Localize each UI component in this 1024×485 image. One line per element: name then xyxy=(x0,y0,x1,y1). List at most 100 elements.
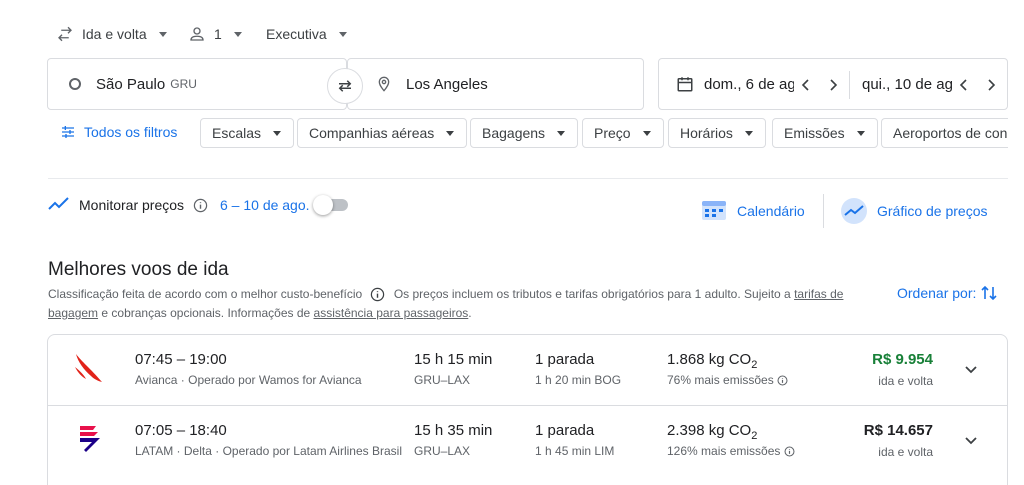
flight-row[interactable]: 07:45 – 19:00 Avianca · Operado por Wamo… xyxy=(48,335,1007,405)
period: . xyxy=(468,306,472,320)
info-icon[interactable] xyxy=(370,287,385,302)
flight-price: R$ 14.657 xyxy=(863,422,933,439)
flight-price: R$ 9.954 xyxy=(872,351,933,368)
price-graph-button[interactable]: Gráfico de preços xyxy=(877,203,988,219)
filter-chip-label: Companhias aéreas xyxy=(309,125,435,141)
origin-input[interactable]: São Paulo GRU xyxy=(47,58,347,110)
calendar-grid-icon xyxy=(702,201,726,220)
return-date[interactable]: qui., 10 de ag xyxy=(862,76,952,93)
emissions-note: 126% mais emissões xyxy=(667,444,795,458)
chevron-down-icon xyxy=(273,130,282,136)
results-description: Classificação feita de acordo com o melh… xyxy=(48,285,878,323)
emissions-note-text: 126% mais emissões xyxy=(667,444,781,458)
trip-type-label: Ida e volta xyxy=(82,26,147,42)
ranking-note: Classificação feita de acordo com o melh… xyxy=(48,287,363,301)
filter-chip-label: Horários xyxy=(680,125,733,141)
flight-results-list: 07:45 – 19:00 Avianca · Operado por Wamo… xyxy=(47,334,1008,485)
info-icon[interactable] xyxy=(784,446,795,457)
date-divider xyxy=(849,71,850,99)
origin-circle-icon xyxy=(69,78,81,90)
date-range-picker[interactable]: dom., 6 de ag qui., 10 de ag xyxy=(658,58,1008,110)
filter-chip-escalas[interactable]: Escalas xyxy=(200,118,295,148)
flight-times: 07:45 – 19:00 xyxy=(135,351,227,368)
swap-arrows-icon xyxy=(58,26,72,42)
chevron-down-icon xyxy=(642,130,651,136)
flight-airline: Avianca · Operado por Wamos for Avianca xyxy=(135,373,362,387)
emissions-subscript: 2 xyxy=(751,430,758,442)
emissions-note-text: 76% mais emissões xyxy=(667,373,774,387)
emissions-subscript: 2 xyxy=(751,359,758,371)
flight-times: 07:05 – 18:40 xyxy=(135,422,227,439)
filter-chip-aeroportos[interactable]: Aeroportos de con xyxy=(881,118,1008,148)
filter-chip-label: Emissões xyxy=(784,125,845,141)
passengers-dropdown[interactable]: 1 xyxy=(188,24,242,44)
depart-date[interactable]: dom., 6 de ag xyxy=(704,76,794,93)
location-pin-icon xyxy=(378,76,390,92)
chevron-down-icon xyxy=(338,31,347,37)
avianca-logo-icon xyxy=(75,354,102,382)
destination-input[interactable]: Los Angeles xyxy=(347,58,644,110)
filter-chip-label: Bagagens xyxy=(482,125,546,141)
flight-stops: 1 parada xyxy=(535,422,595,439)
vertical-divider xyxy=(823,194,824,228)
sort-button[interactable]: Ordenar por: xyxy=(897,284,997,302)
chevron-down-icon xyxy=(557,130,566,136)
flight-route: GRU–LAX xyxy=(414,444,471,458)
flight-emissions: 2.398 kg CO2 xyxy=(667,422,757,442)
chevron-down-icon xyxy=(856,130,865,136)
section-divider xyxy=(48,178,1008,179)
origin-city: São Paulo xyxy=(96,75,166,93)
chevron-down-icon xyxy=(233,31,242,37)
track-prices-label: Monitorar preços xyxy=(79,197,185,213)
filter-chip-emissoes[interactable]: Emissões xyxy=(772,118,878,148)
filter-chip-horarios[interactable]: Horários xyxy=(668,118,766,148)
calendar-button[interactable]: Calendário xyxy=(737,203,805,219)
cabin-class-dropdown[interactable]: Executiva xyxy=(266,24,347,44)
swap-arrows-icon xyxy=(338,80,352,92)
chevron-down-icon xyxy=(744,130,753,136)
track-dates: 6 – 10 de ago. xyxy=(220,197,310,213)
flight-duration: 15 h 15 min xyxy=(414,351,493,368)
filter-chip-preco[interactable]: Preço xyxy=(582,118,664,148)
info-icon[interactable] xyxy=(193,198,208,213)
calendar-icon xyxy=(677,77,693,92)
chevron-left-icon[interactable] xyxy=(957,78,971,92)
chevron-down-icon[interactable] xyxy=(963,432,979,448)
flight-layover: 1 h 20 min BOG xyxy=(535,373,622,387)
prices-note: Os preços incluem os tributos e tarifas … xyxy=(393,287,791,301)
flight-row[interactable]: 07:05 – 18:40 LATAM · Delta · Operado po… xyxy=(48,405,1007,475)
filter-chip-bagagens[interactable]: Bagagens xyxy=(470,118,579,148)
price-type: ida e volta xyxy=(878,445,933,459)
optional-note: e cobranças opcionais. Informações de xyxy=(101,306,311,320)
chevron-right-icon[interactable] xyxy=(984,78,998,92)
passengers-count: 1 xyxy=(214,26,222,42)
latam-logo-icon xyxy=(80,426,100,452)
flight-emissions: 1.868 kg CO2 xyxy=(667,351,757,371)
filter-chip-label: Escalas xyxy=(212,125,262,141)
swap-route-button[interactable] xyxy=(327,68,363,104)
filter-sliders-icon xyxy=(62,126,74,138)
info-icon[interactable] xyxy=(777,375,788,386)
all-filters-button[interactable]: Todos os filtros xyxy=(60,124,177,140)
cabin-class-label: Executiva xyxy=(266,26,327,42)
filter-chip-label: Preço xyxy=(594,125,631,141)
flight-airline: LATAM · Delta · Operado por Latam Airlin… xyxy=(135,444,402,458)
toggle-knob[interactable] xyxy=(313,195,333,215)
passenger-assistance-link[interactable]: assistência para passageiros xyxy=(314,306,469,320)
trip-type-dropdown[interactable]: Ida e volta xyxy=(56,24,167,44)
chevron-down-icon xyxy=(446,130,455,136)
filter-chip-companhias[interactable]: Companhias aéreas xyxy=(297,118,468,148)
results-title: Melhores voos de ida xyxy=(48,259,229,280)
flight-route: GRU–LAX xyxy=(414,373,471,387)
chevron-right-icon[interactable] xyxy=(826,78,840,92)
chevron-left-icon[interactable] xyxy=(799,78,813,92)
destination-city: Los Angeles xyxy=(406,75,488,93)
origin-code: GRU xyxy=(170,77,197,91)
baggage-fees-link-cont[interactable]: bagagem xyxy=(48,306,98,320)
flight-duration: 15 h 35 min xyxy=(414,422,493,439)
chevron-down-icon[interactable] xyxy=(963,361,979,377)
flight-stops: 1 parada xyxy=(535,351,595,368)
price-type: ida e volta xyxy=(878,374,933,388)
baggage-fees-link[interactable]: tarifas de xyxy=(794,287,843,301)
flight-layover: 1 h 45 min LIM xyxy=(535,444,615,458)
